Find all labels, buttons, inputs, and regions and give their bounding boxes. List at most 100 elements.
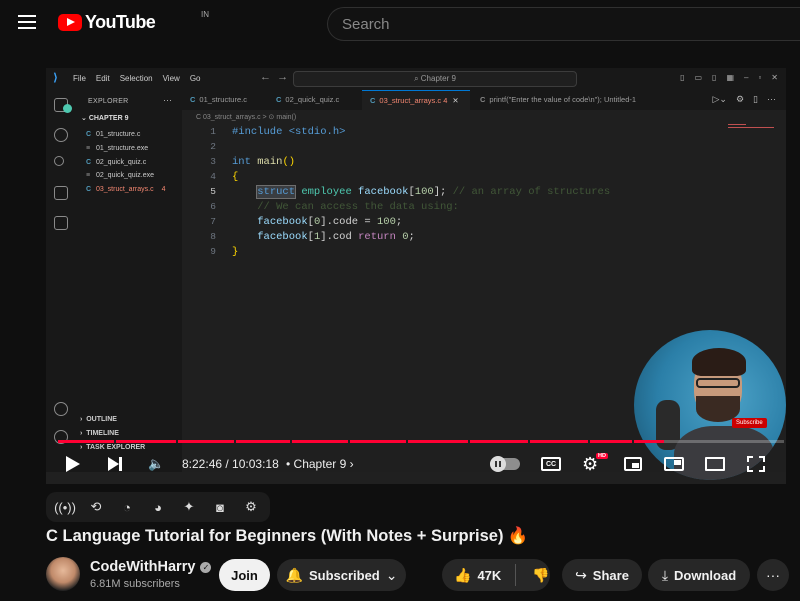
line-number: 1 (210, 126, 216, 137)
youtube-logo[interactable]: YouTube IN (58, 10, 209, 33)
channel-name-text[interactable]: CodeWithHarry (90, 559, 195, 575)
vscode-nav-arrows-icon: ← → (260, 71, 289, 83)
code-line: struct employee facebook[100]; // an arr… (256, 185, 611, 199)
punctuation: () (282, 156, 296, 168)
join-button[interactable]: Join (219, 559, 270, 591)
file-item: C 03_struct_arrays.c 4 (86, 183, 166, 197)
screenshot-camera-icon[interactable]: ◙ (208, 497, 232, 517)
download-button[interactable]: ⤓ Download (648, 559, 750, 591)
include-directive: #include <stdio.h> (232, 126, 346, 138)
run-debug-icon (54, 186, 68, 200)
explorer-header: EXPLORER (88, 98, 129, 105)
menu-icon[interactable] (18, 15, 36, 29)
share-button[interactable]: ↪ Share (562, 559, 642, 591)
download-label: Download (674, 567, 737, 583)
punctuation: } (232, 246, 239, 258)
type-name: employee (295, 186, 359, 198)
next-button[interactable] (108, 451, 126, 477)
chapter-marker (468, 440, 470, 443)
line-number: 9 (210, 246, 216, 257)
extension-settings-icon[interactable]: ⚙ (239, 497, 263, 517)
sparkle-icon[interactable]: ✦ (177, 497, 201, 517)
vscode-menu-go: Go (189, 74, 201, 83)
number: 0 (313, 216, 321, 228)
source-control-icon (54, 156, 64, 166)
line-number: 4 (210, 171, 216, 182)
more-actions-button[interactable]: ··· (757, 559, 789, 591)
autoplay-toggle[interactable] (490, 456, 520, 472)
task-explorer-label: TASK EXPLORER (86, 444, 146, 451)
tab-label: printf("Enter the value of code\n"); Unt… (489, 95, 637, 104)
chapter-marker (406, 440, 408, 443)
vscode-command-text: Chapter 9 (420, 74, 456, 83)
editor-tab-active: C 03_struct_arrays.c 4 ✕ (362, 90, 470, 110)
chapter-marker (290, 440, 292, 443)
minimize-icon: – (744, 73, 749, 82)
subscribed-button[interactable]: 🔔 Subscribed ⌄ (277, 559, 406, 591)
number: 100 (414, 186, 434, 198)
restore-icon: ▫ (758, 73, 762, 82)
chapter-button[interactable]: • Chapter 9 › (286, 451, 354, 477)
time-display: 8:22:46 / 10:03:18 (182, 457, 279, 471)
exe-file-icon: ≡ (86, 145, 91, 153)
code-line: facebook[0].code = 100; (257, 216, 403, 228)
progress-bar[interactable] (58, 440, 784, 443)
layout-icon: ▯ (680, 73, 685, 82)
file-name: 01_structure.exe (96, 145, 149, 153)
search-box[interactable] (327, 7, 800, 41)
search-files-icon (54, 128, 68, 142)
subscribed-label: Subscribed (308, 567, 380, 583)
keyword: int (232, 156, 251, 168)
vscode-activity-bar (46, 90, 76, 484)
subscribe-sticker: Subscribe (732, 418, 767, 428)
like-thumb-icon[interactable]: 👍 (454, 567, 471, 584)
c-file-icon: C (480, 95, 486, 104)
code-line: } (232, 246, 238, 258)
channel-name[interactable]: CodeWithHarry ✓ (90, 559, 212, 575)
split-editor-icon: ▯ (753, 94, 758, 104)
file-name: 03_struct_arrays.c (96, 186, 154, 194)
volume-icon[interactable]: 🔈 (148, 451, 164, 477)
join-label: Join (231, 567, 258, 583)
vscode-menu-file: File (73, 74, 86, 83)
timeline-label: TIMELINE (86, 430, 119, 437)
vscode-logo-icon: ⟩ (53, 72, 59, 84)
pip-button[interactable] (664, 457, 684, 471)
miniplayer-button[interactable] (624, 457, 642, 471)
variable: facebook (257, 231, 308, 243)
keyword-highlighted: struct (256, 185, 297, 199)
chevron-down-icon: ⌄ (385, 566, 398, 583)
dislike-thumb-icon[interactable]: 👎 (532, 567, 549, 584)
vscode-titlebar: ⟩ File Edit Selection View Go ← → ⌕ Chap… (46, 68, 786, 90)
tab-label: 01_structure.c (199, 95, 247, 104)
sidebar-icon: ▯ (712, 73, 717, 82)
code-line: facebook[1].cod return 0; (257, 231, 415, 243)
number: 0 (402, 231, 409, 243)
line-number: 7 (210, 216, 216, 227)
speed-plus-icon[interactable]: ◕ (146, 497, 170, 517)
line-number: 3 (210, 156, 216, 167)
chapter-marker (588, 440, 590, 443)
captions-button[interactable]: CC (541, 457, 561, 471)
speed-gauge-icon[interactable]: ◔ (115, 497, 139, 517)
theater-mode-button[interactable] (705, 457, 725, 471)
vscode-menu-view: View (162, 74, 180, 83)
account-icon (54, 402, 68, 416)
editor-actions: ▷⌄ ⚙ ▯ ··· (713, 94, 777, 105)
loop-icon[interactable]: ⟲ (84, 497, 108, 517)
play-button[interactable] (66, 451, 84, 477)
field: .code = (326, 216, 377, 228)
editor-tab: Cprintf("Enter the value of code\n"); Un… (472, 90, 702, 110)
person-hair (692, 348, 746, 376)
video-title-text: C Language Tutorial for Beginners (With … (46, 527, 504, 545)
tab-error-badge: 4 (443, 96, 448, 105)
code-line: int main() (232, 156, 295, 168)
channel-avatar[interactable] (46, 557, 80, 591)
video-player[interactable]: ⟩ File Edit Selection View Go ← → ⌕ Chap… (46, 68, 786, 484)
editor-tab: C 02_quick_quiz.c (268, 90, 360, 110)
search-input[interactable] (328, 8, 800, 40)
file-name: 02_quick_quiz.exe (96, 172, 154, 180)
like-count[interactable]: 47K (477, 568, 501, 583)
fullscreen-button[interactable] (747, 456, 765, 472)
live-broadcast-icon[interactable]: ((•)) (53, 497, 77, 517)
